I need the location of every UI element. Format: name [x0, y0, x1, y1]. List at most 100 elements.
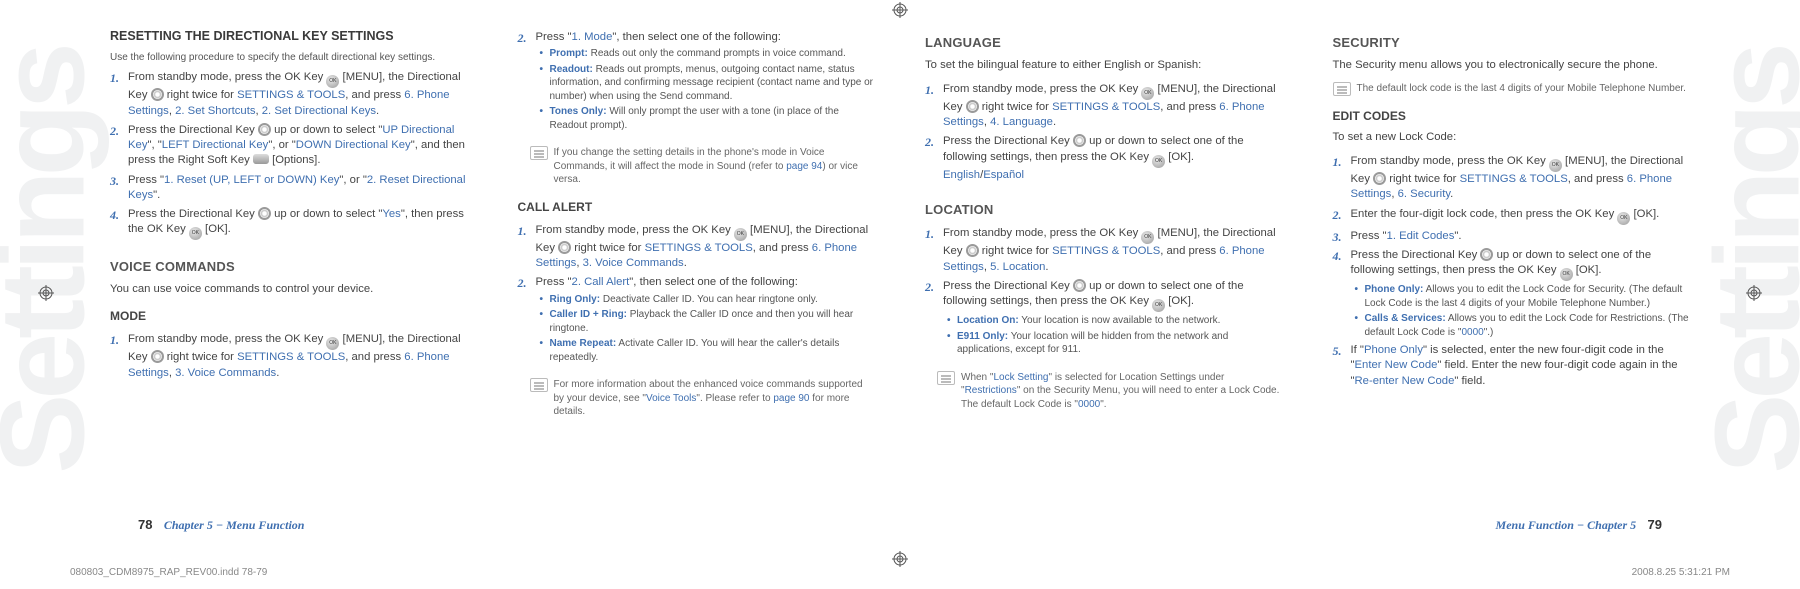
link-text: 4. Language: [990, 116, 1053, 128]
directional-key-icon: [966, 244, 979, 257]
text: , and press: [753, 242, 812, 254]
heading-edit-codes: EDIT CODES: [1333, 108, 1691, 124]
page-number-left: 78: [138, 517, 152, 532]
heading-security: SECURITY: [1333, 34, 1691, 52]
link-text: 1. Mode: [572, 31, 613, 43]
bullet: Location On: Your location is now availa…: [957, 314, 1283, 328]
label: Readout:: [550, 64, 593, 75]
link-text: Yes: [382, 208, 400, 220]
text: Your location is now available to the ne…: [1019, 315, 1221, 326]
ok-key-icon: OK: [1560, 268, 1573, 281]
print-metadata: 080803_CDM8975_RAP_REV00.indd 78-79 2008…: [70, 566, 1730, 580]
note-icon: [1333, 82, 1351, 96]
directional-key-icon: [966, 100, 979, 113]
text: Press the Directional Key: [128, 124, 258, 136]
heading-location: LOCATION: [925, 201, 1283, 219]
text: , and press: [345, 351, 404, 363]
text: , and press: [1568, 173, 1627, 185]
label: Location On:: [957, 315, 1019, 326]
softkey-icon: [253, 154, 269, 164]
text: Enter the four-digit lock code, then pre…: [1351, 208, 1618, 220]
text: .: [684, 257, 687, 269]
directional-key-icon: [1073, 134, 1086, 147]
page-footer: 78 Chapter 5 − Menu Function Menu Functi…: [130, 516, 1670, 534]
option: Español: [983, 169, 1024, 181]
text: ", ": [147, 139, 161, 151]
step: From standby mode, press the OK Key OK […: [943, 82, 1283, 131]
text: [OK].: [1165, 295, 1194, 307]
link-text: 3. Voice Commands: [583, 257, 684, 269]
link-text: SETTINGS & TOOLS: [1460, 173, 1568, 185]
heading-mode: MODE: [110, 308, 468, 324]
bullet-list: Ring Only: Deactivate Caller ID. You can…: [536, 293, 876, 365]
footer-left: 78 Chapter 5 − Menu Function: [130, 516, 304, 534]
note-text: The default lock code is the last 4 digi…: [1357, 82, 1686, 96]
label: Ring Only:: [550, 294, 601, 305]
ok-key-icon: OK: [734, 228, 747, 241]
text: ", or ": [268, 139, 295, 151]
text: If you change the setting details in the…: [554, 147, 825, 172]
link-text: SETTINGS & TOOLS: [237, 351, 345, 363]
heading-reset-dir: RESETTING THE DIRECTIONAL KEY SETTINGS: [110, 28, 468, 45]
bullet: Ring Only: Deactivate Caller ID. You can…: [550, 293, 876, 307]
text: .: [276, 367, 279, 379]
file-name: 080803_CDM8975_RAP_REV00.indd 78-79: [70, 566, 267, 580]
text: Deactivate Caller ID. You can hear ringt…: [600, 294, 818, 305]
text: Reads out prompts, menus, outgoing conta…: [550, 64, 874, 102]
text: Press the Directional Key: [1351, 249, 1481, 261]
note: For more information about the enhanced …: [530, 378, 876, 419]
step: From standby mode, press the OK Key OK […: [128, 332, 468, 381]
text: [OK].: [1573, 264, 1602, 276]
steps-mode-cont: Press "1. Mode", then select one of the …: [518, 30, 876, 136]
step: Press the Directional Key up or down to …: [128, 207, 468, 240]
text: From standby mode, press the OK Key: [536, 224, 734, 236]
bullet-list: Phone Only: Allows you to edit the Lock …: [1351, 283, 1691, 339]
label: Phone Only:: [1365, 284, 1424, 295]
text: , and press: [1160, 245, 1219, 257]
column-2: Press "1. Mode", then select one of the …: [508, 28, 886, 549]
step: From standby mode, press the OK Key OK […: [536, 223, 876, 272]
text: .: [1450, 188, 1453, 200]
directional-key-icon: [151, 350, 164, 363]
text: If ": [1351, 344, 1364, 356]
step: Enter the four-digit lock code, then pre…: [1351, 207, 1691, 225]
ok-key-icon: OK: [1152, 155, 1165, 168]
text: ", then select one of the following:: [629, 276, 798, 288]
link-text: SETTINGS & TOOLS: [237, 89, 345, 101]
label: E911 Only:: [957, 331, 1008, 342]
note-icon: [530, 378, 548, 392]
registration-mark-top: [892, 2, 908, 18]
step: Press the Directional Key up or down to …: [943, 134, 1283, 183]
label: Caller ID + Ring:: [550, 309, 628, 320]
bullet: Readout: Reads out prompts, menus, outgo…: [550, 63, 876, 104]
link-text: Phone Only: [1364, 344, 1423, 356]
option: English: [943, 169, 980, 181]
directional-key-icon: [558, 241, 571, 254]
footer-right: Menu Function − Chapter 5 79: [1496, 516, 1670, 534]
page-spread: RESETTING THE DIRECTIONAL KEY SETTINGS U…: [100, 28, 1700, 549]
note: When "Lock Setting" is selected for Loca…: [937, 371, 1283, 412]
note: If you change the setting details in the…: [530, 146, 876, 187]
step: Press "2. Call Alert", then select one o…: [536, 275, 876, 364]
bullet: Phone Only: Allows you to edit the Lock …: [1365, 283, 1691, 310]
chapter-label-right: Menu Function − Chapter 5: [1496, 518, 1637, 532]
ok-key-icon: OK: [326, 337, 339, 350]
text: Reads out only the command prompts in vo…: [588, 48, 846, 59]
steps-location: From standby mode, press the OK Key OK […: [925, 226, 1283, 360]
text: ", or ": [339, 174, 366, 186]
heading-voice-commands: VOICE COMMANDS: [110, 258, 468, 276]
link-text: Re-enter New Code: [1355, 375, 1455, 387]
link-text: 2. Set Shortcuts: [175, 105, 255, 117]
link-text: SETTINGS & TOOLS: [1052, 245, 1160, 257]
link-text: 3. Voice Commands: [175, 367, 276, 379]
text: Press ": [1351, 230, 1387, 242]
link-text: 0000: [1078, 399, 1100, 410]
lead-edit-codes: To set a new Lock Code:: [1333, 130, 1691, 145]
page-number-right: 79: [1648, 517, 1662, 532]
link-text: 1. Edit Codes: [1387, 230, 1455, 242]
text: ".): [1484, 327, 1494, 338]
link-text: Lock Setting: [993, 372, 1048, 383]
text: ".: [1454, 230, 1461, 242]
ok-key-icon: OK: [1549, 159, 1562, 172]
note: The default lock code is the last 4 digi…: [1333, 82, 1691, 96]
